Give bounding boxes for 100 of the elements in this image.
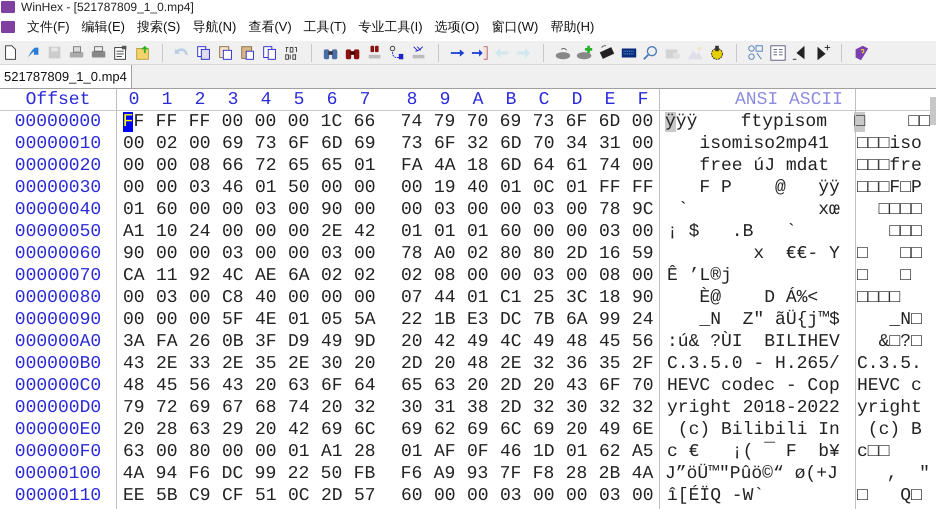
hex-byte[interactable]: 00 xyxy=(123,133,145,155)
hex-byte[interactable]: 00 xyxy=(434,485,456,507)
hex-byte[interactable]: 28 xyxy=(566,463,588,485)
hex-byte[interactable]: 2D xyxy=(500,397,522,419)
hex-byte[interactable]: 01 xyxy=(566,441,588,463)
hex-byte[interactable]: 03 xyxy=(321,243,343,265)
hex-byte[interactable]: 66 xyxy=(354,111,376,133)
hex-byte[interactable]: 00 xyxy=(189,309,211,331)
hex-byte[interactable]: 24 xyxy=(632,309,654,331)
hex-byte[interactable]: 03 xyxy=(434,199,456,221)
hex-byte[interactable]: 63 xyxy=(189,419,211,441)
hex-byte[interactable]: 44 xyxy=(434,287,456,309)
hex-byte[interactable]: 31 xyxy=(599,133,621,155)
hex-byte[interactable]: 08 xyxy=(599,265,621,287)
hex-byte[interactable]: 00 xyxy=(288,221,310,243)
hex-byte[interactable]: 01 xyxy=(566,177,588,199)
hex-byte[interactable]: 2D xyxy=(401,353,423,375)
copy-icon[interactable] xyxy=(217,44,235,62)
hex-byte[interactable]: 00 xyxy=(566,265,588,287)
hex-byte[interactable]: 5B xyxy=(156,485,178,507)
hex-byte[interactable]: 00 xyxy=(255,243,277,265)
hex-byte[interactable]: 4E xyxy=(255,309,277,331)
hex-byte[interactable]: 4A xyxy=(632,463,654,485)
hex-byte[interactable]: 00 xyxy=(321,287,343,309)
hex-byte[interactable]: 08 xyxy=(434,265,456,287)
hex-byte[interactable]: 11 xyxy=(156,265,178,287)
hex-byte[interactable]: 45 xyxy=(156,375,178,397)
hex-byte[interactable]: F6 xyxy=(400,463,423,485)
hex-byte[interactable]: 56 xyxy=(189,375,211,397)
hex-byte[interactable]: E3 xyxy=(467,309,489,331)
hex-byte[interactable]: A1 xyxy=(321,441,343,463)
hex-byte[interactable]: F8 xyxy=(532,463,555,485)
hex-byte[interactable]: 00 xyxy=(500,265,522,287)
hex-byte[interactable]: 40 xyxy=(255,287,277,309)
hex-byte[interactable]: CA xyxy=(123,265,145,287)
hex-byte[interactable]: 32 xyxy=(467,133,489,155)
hex-byte[interactable]: FF xyxy=(122,111,145,133)
hex-byte[interactable]: 65 xyxy=(401,375,423,397)
hex-byte[interactable]: 00 xyxy=(123,287,145,309)
hex-byte[interactable]: 20 xyxy=(467,375,489,397)
hex-byte[interactable]: 70 xyxy=(632,375,654,397)
hex-byte[interactable]: FF xyxy=(632,177,654,199)
hex-byte[interactable]: 02 xyxy=(467,243,489,265)
hex-byte[interactable]: 02 xyxy=(321,265,343,287)
menu-item[interactable]: 查看(V) xyxy=(242,17,298,37)
hex-byte[interactable]: 31 xyxy=(434,397,456,419)
hex-byte[interactable]: 07 xyxy=(401,287,423,309)
hex-byte[interactable]: 69 xyxy=(467,419,489,441)
hex-byte[interactable]: 00 xyxy=(632,111,654,133)
hex-byte[interactable]: 80 xyxy=(533,243,555,265)
hex-byte[interactable]: 90 xyxy=(123,243,145,265)
hex-byte[interactable]: 69 xyxy=(500,111,522,133)
hex-byte[interactable]: 00 xyxy=(156,243,178,265)
hex-byte[interactable]: 62 xyxy=(434,419,456,441)
hex-byte[interactable]: 48 xyxy=(123,375,145,397)
hex-byte[interactable]: 24 xyxy=(189,221,211,243)
hex-byte[interactable]: 6D xyxy=(321,133,343,155)
hex-byte[interactable]: 50 xyxy=(288,177,310,199)
hex-byte[interactable]: 51 xyxy=(255,485,277,507)
hex-byte[interactable]: DC xyxy=(222,463,244,485)
menu-item[interactable]: 专业工具(I) xyxy=(352,17,429,37)
hex-byte[interactable]: 03 xyxy=(222,243,244,265)
hex-byte[interactable]: 0C xyxy=(288,485,310,507)
hex-byte[interactable]: AE xyxy=(255,265,277,287)
hex-byte[interactable]: 46 xyxy=(500,441,522,463)
menu-item[interactable]: 选项(O) xyxy=(428,17,486,37)
hex-byte[interactable]: 03 xyxy=(500,485,522,507)
hex-byte[interactable]: 45 xyxy=(599,331,621,353)
copy-icon[interactable] xyxy=(261,44,279,62)
hex-byte[interactable]: 01 xyxy=(255,177,277,199)
hex-byte[interactable]: 78 xyxy=(401,243,423,265)
hex-byte[interactable]: 05 xyxy=(321,309,343,331)
hex-byte[interactable]: 16 xyxy=(599,243,621,265)
hex-byte[interactable]: 42 xyxy=(354,221,376,243)
hex-byte[interactable]: 38 xyxy=(467,397,489,419)
hex-byte[interactable]: 9C xyxy=(632,199,654,221)
hex-byte[interactable]: 6A xyxy=(566,309,588,331)
hex-byte[interactable]: 03 xyxy=(533,199,555,221)
hex-byte[interactable]: 01 xyxy=(288,309,310,331)
hex-byte[interactable]: 33 xyxy=(189,353,211,375)
hex-byte[interactable]: 02 xyxy=(354,265,376,287)
hex-byte[interactable]: 2D xyxy=(321,485,343,507)
hex-byte[interactable]: 01 xyxy=(288,441,310,463)
hex-byte[interactable]: 32 xyxy=(533,397,555,419)
hex-byte[interactable]: 32 xyxy=(354,397,376,419)
hex-byte[interactable]: 79 xyxy=(434,111,456,133)
scrollbar-thumb[interactable] xyxy=(930,97,936,125)
hex-byte[interactable]: 28 xyxy=(354,441,376,463)
hex-byte[interactable]: 00 xyxy=(222,221,244,243)
hex-byte[interactable]: FA xyxy=(401,155,423,177)
hex-byte[interactable]: 65 xyxy=(321,155,343,177)
hex-byte[interactable]: 2E xyxy=(156,353,178,375)
hex-byte[interactable]: C9 xyxy=(189,485,211,507)
hex-byte[interactable]: 00 xyxy=(566,221,588,243)
hex-byte[interactable]: 78 xyxy=(599,199,621,221)
hex-byte[interactable]: 03 xyxy=(599,485,621,507)
hex-byte[interactable]: F6 xyxy=(188,463,211,485)
hex-byte[interactable]: 00 xyxy=(632,265,654,287)
hex-byte[interactable]: 63 xyxy=(434,375,456,397)
hex-byte[interactable]: 00 xyxy=(156,177,178,199)
